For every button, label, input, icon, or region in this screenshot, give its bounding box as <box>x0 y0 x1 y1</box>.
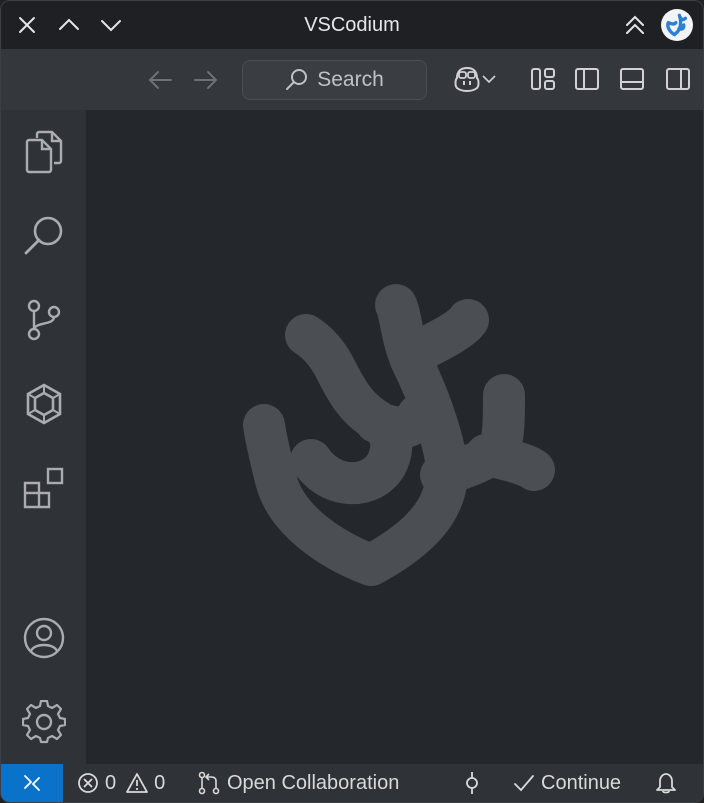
open-collaboration-button[interactable]: Open Collaboration <box>197 764 399 802</box>
search-label: Search <box>317 68 384 91</box>
files-icon <box>25 130 62 174</box>
toggle-panel-icon <box>620 68 644 90</box>
bell-icon <box>656 773 676 794</box>
toggle-secondary-sidebar-icon <box>666 68 690 90</box>
arrow-left-icon <box>148 71 172 89</box>
collaboration-icon <box>198 771 220 795</box>
go-forward-button[interactable] <box>190 64 222 96</box>
command-toolbar: Search <box>1 49 703 110</box>
activity-search[interactable] <box>1 194 86 278</box>
go-back-button[interactable] <box>144 64 176 96</box>
remote-indicator-button[interactable] <box>1 764 63 802</box>
double-chevron-up-icon <box>626 15 644 34</box>
vscodium-watermark-logo <box>243 284 555 586</box>
previous-button[interactable] <box>53 9 85 41</box>
activity-explorer[interactable] <box>1 110 86 194</box>
activity-bar <box>1 110 86 764</box>
warning-icon <box>126 773 149 793</box>
notifications-button[interactable] <box>655 764 677 802</box>
git-commit-icon <box>466 772 478 794</box>
title-bar: VSCodium <box>1 1 703 49</box>
gear-icon <box>21 700 66 744</box>
collapse-button[interactable] <box>619 9 651 41</box>
activity-accounts[interactable] <box>1 596 86 680</box>
toggle-primary-sidebar-icon <box>575 68 599 90</box>
activity-source-control[interactable] <box>1 278 86 362</box>
account-icon <box>23 617 64 659</box>
chevron-down-icon <box>101 20 121 32</box>
source-control-icon <box>27 299 60 341</box>
error-icon <box>78 773 98 793</box>
extensions-icon <box>23 467 63 509</box>
toggle-panel-button[interactable] <box>617 62 647 96</box>
check-icon <box>514 775 534 792</box>
editor-area <box>86 110 703 764</box>
continue-button[interactable]: Continue <box>513 764 621 802</box>
activity-gitpod[interactable] <box>1 362 86 446</box>
app-logo <box>661 9 693 41</box>
toggle-primary-sidebar-button[interactable] <box>572 62 602 96</box>
continue-label: Continue <box>541 771 622 794</box>
vscodium-window: VSCodium Search 0 0 Open Collaboration C… <box>0 0 704 803</box>
copilot-icon <box>454 66 480 92</box>
gitpod-icon <box>26 383 61 425</box>
next-button[interactable] <box>95 9 127 41</box>
collaboration-label: Open Collaboration <box>227 771 400 794</box>
search-icon <box>24 216 62 255</box>
copilot-menu-button[interactable] <box>447 62 501 96</box>
warning-count: 0 <box>154 771 166 794</box>
toggle-secondary-sidebar-button[interactable] <box>663 62 693 96</box>
vscodium-logo <box>666 13 688 37</box>
arrow-right-icon <box>194 71 218 89</box>
customize-layout-icon <box>531 68 555 90</box>
problems-status[interactable]: 0 0 <box>77 764 165 802</box>
chevron-down-icon <box>482 75 496 84</box>
commit-button[interactable] <box>462 764 482 802</box>
remote-icon <box>24 775 40 791</box>
customize-layout-button[interactable] <box>528 62 558 96</box>
error-count: 0 <box>105 771 117 794</box>
close-button[interactable] <box>11 9 43 41</box>
chevron-up-icon <box>59 18 79 30</box>
activity-manage[interactable] <box>1 680 86 764</box>
close-icon <box>19 17 35 33</box>
activity-extensions[interactable] <box>1 446 86 530</box>
search-icon <box>286 69 308 90</box>
command-center-search[interactable]: Search <box>242 60 427 100</box>
status-bar: 0 0 Open Collaboration Continue <box>1 764 703 802</box>
